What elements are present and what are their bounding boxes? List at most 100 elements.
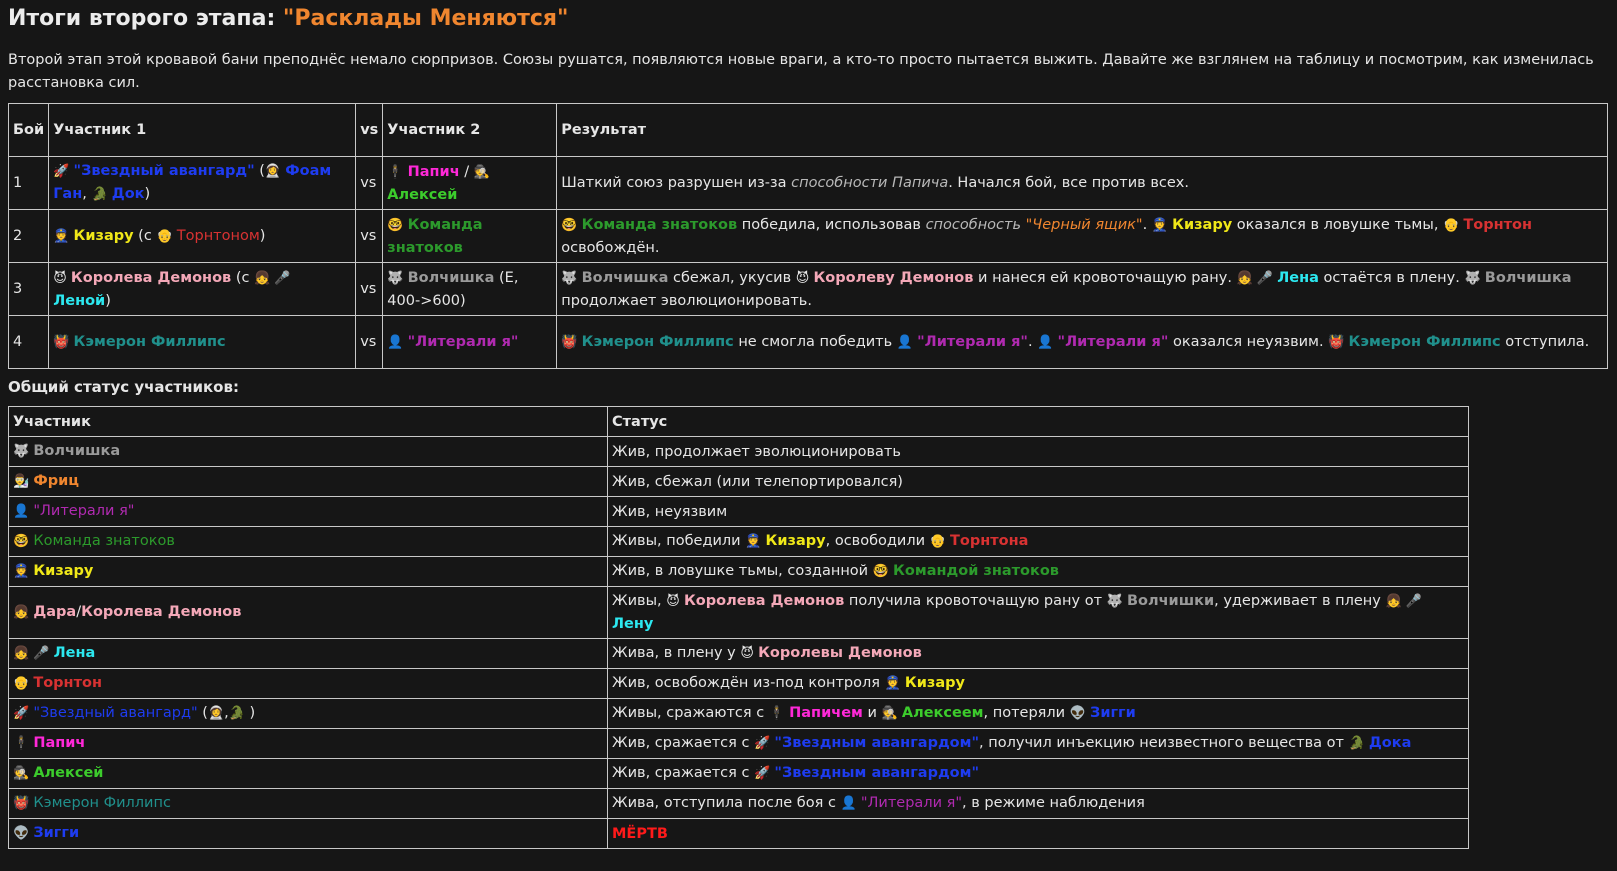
status-heading: Общий статус участников: [8, 378, 239, 396]
emoji-icon: 👧 🎤 [254, 270, 291, 286]
text-segment: Жив, освобождён из-под контроля [612, 675, 885, 691]
status-row: 👹 Кэмерон Филлипс Жива, отступила после б… [8, 788, 1469, 819]
text-segment: отступила. [1500, 333, 1590, 350]
participant-name: "Литерали я" [917, 333, 1028, 350]
participant-name: Кизару [904, 675, 965, 691]
participant-name: Фриц [33, 473, 79, 489]
emoji-icon: 🐺 [1464, 270, 1485, 286]
participant-name: "Звездный авангард" [73, 163, 255, 179]
battles-body: 1 🚀 "Звездный авангард" (👩‍🚀 Фоам Ган, 🐊 … [7, 156, 1608, 369]
emoji-icon: 👧 [13, 605, 34, 620]
emoji-icon: 👴 [1443, 217, 1464, 233]
participant-cell: 👽 Зигги [8, 818, 608, 849]
participant-name: Папич [33, 735, 86, 751]
emoji-icon: 👧 🎤 [1236, 270, 1278, 286]
col-header-battle: Бой [7, 103, 50, 157]
emoji-icon: 🐺 [387, 270, 408, 286]
participant-cell: 👹 Кэмерон Филлипс [8, 788, 608, 819]
emoji-icon: 🤓 [561, 217, 582, 233]
participant-name: Торнтон [33, 675, 102, 691]
emoji-icon: 🐺 [561, 270, 582, 286]
status-row: 👮 Кизару Жив, в ловушке тьмы, созданной 🤓… [8, 556, 1469, 587]
participant-name: Кизару [765, 533, 826, 549]
participant-name: Королева Демонов [70, 269, 232, 286]
status-cell: Живы, сражаются с 🕴 Папичем и 🕵 Алексеем… [607, 698, 1469, 729]
emoji-icon: 😈 [53, 270, 71, 286]
col-header-participant1: Участник 1 [48, 103, 357, 157]
participant-name: Леной [53, 292, 106, 309]
participant-name: Волчишки [1126, 593, 1215, 609]
participant-name: Королева Демонов [81, 604, 242, 620]
status-row: 🚀 "Звездный авангард" (👩‍🚀,🐊 ) Живы, сраж… [8, 698, 1469, 729]
participant-name: Королева Демонов [683, 593, 845, 609]
participant-name: "Литерали я" [33, 503, 135, 519]
text-segment: способность [925, 216, 1026, 233]
emoji-icon: 🕴 [13, 736, 34, 751]
participant-name: Кизару [1172, 216, 1233, 233]
emoji-icon: 🤓 [13, 534, 34, 549]
participant-name: Зигги [1090, 705, 1136, 721]
emoji-icon: 👧 🎤 [13, 646, 54, 661]
text-segment: Жив, сражается с [612, 765, 755, 781]
text-segment: . [1142, 216, 1152, 233]
participant1-cell: 👹 Кэмерон Филлипс [48, 315, 357, 369]
status-cell: Жива, в плену у 😈 Королевы Демонов [607, 638, 1469, 669]
status-cell: Жив, сражается с 🚀 "Звездным авангардом"… [607, 728, 1469, 759]
participant-name: Торнтон [1463, 216, 1533, 233]
emoji-icon: 👩‍🚀 [264, 164, 286, 179]
text-segment: Жив, продолжает эволюционировать [612, 443, 901, 460]
participant-name: Дока [1368, 735, 1412, 751]
emoji-icon: 🐺 [1106, 594, 1127, 609]
battle-number: 1 [7, 156, 50, 210]
emoji-icon: 👹 [13, 796, 34, 811]
text-segment: , в режиме наблюдения [962, 795, 1145, 811]
emoji-icon: 👤 [896, 334, 918, 350]
text-segment: Шаткий союз разрушен из-за [561, 175, 792, 191]
text-segment: Живы, сражаются с [612, 705, 769, 721]
emoji-icon: 👽 [1069, 706, 1091, 721]
participant-name: Волчишка [581, 269, 669, 286]
text-segment: , удерживает в плену [1214, 593, 1386, 609]
participant2-cell: 🐺 Волчишка (E, 400->600) [382, 262, 558, 316]
participant-name: Кэмерон Филлипс [73, 333, 226, 350]
status-cell: Живы, 😈 Королева Демонов получила кровот… [607, 586, 1469, 639]
participant-cell: 👧 🎤 Лена [8, 638, 608, 669]
participant-name: Команда знатоков [581, 216, 738, 233]
battles-header-row: Бой Участник 1 vs Участник 2 Результат [7, 103, 1608, 157]
text-segment: Жив, сражается с [612, 735, 755, 751]
text-segment: продолжает эволюционировать. [561, 292, 812, 309]
status-table: Участник Статус 🐺 Волчишка Жив, продолжае… [8, 406, 1469, 849]
emoji-icon: 👮 [13, 564, 34, 579]
text-segment: победила, использовав [737, 216, 926, 233]
emoji-icon: 🤓 [387, 217, 408, 233]
participant-cell: 👨‍🔬 Фриц [8, 466, 608, 497]
participant1-cell: 👮 Кизару (с 👴 Торнтоном) [48, 209, 357, 263]
text-segment: Жива, в плену у [612, 645, 741, 661]
emoji-icon: 👮 [1151, 217, 1173, 233]
status-header-row: Участник Статус [8, 406, 1469, 437]
text-segment: ) [244, 705, 256, 721]
participant2-cell: 🕴 Папич / 🕵 Алексей [382, 156, 558, 210]
participant-name: Кэмерон Филлипс [1348, 333, 1501, 350]
status-row: 👽 Зигги МЁРТВ [8, 818, 1469, 849]
participant-cell: 🕵 Алексей [8, 758, 608, 789]
participant-name: Дара [33, 604, 77, 620]
text-segment: остаётся в плену. [1318, 269, 1465, 286]
emoji-icon: 👽 [13, 826, 34, 841]
battle-number: 2 [7, 209, 50, 263]
emoji-icon: 🕵 [13, 766, 34, 781]
battle-row: 2 👮 Кизару (с 👴 Торнтоном) vs 🤓 Команда зна… [7, 209, 1608, 263]
status-row: 🐺 Волчишка Жив, продолжает эволюционирова… [8, 436, 1469, 467]
status-body: 🐺 Волчишка Жив, продолжает эволюционирова… [8, 436, 1469, 849]
emoji-icon: 🐊 [228, 706, 245, 721]
emoji-icon: 😈 [740, 646, 759, 661]
participant-name: "Звездный авангард" [33, 705, 198, 721]
dead-status: МЁРТВ [612, 825, 668, 842]
status-row: 👤 "Литерали я" Жив, неуязвим [8, 496, 1469, 527]
participant-name: Зигги [33, 825, 80, 841]
status-cell: Жив, в ловушке тьмы, созданной 🤓 Командо… [607, 556, 1469, 587]
participant-name: Королевы Демонов [758, 645, 922, 661]
text-segment: ) [144, 186, 151, 202]
result-cell: 🤓 Команда знатоков победила, использовав… [556, 209, 1608, 263]
participant1-cell: 😈 Королева Демонов (с 👧 🎤 Леной) [48, 262, 357, 316]
